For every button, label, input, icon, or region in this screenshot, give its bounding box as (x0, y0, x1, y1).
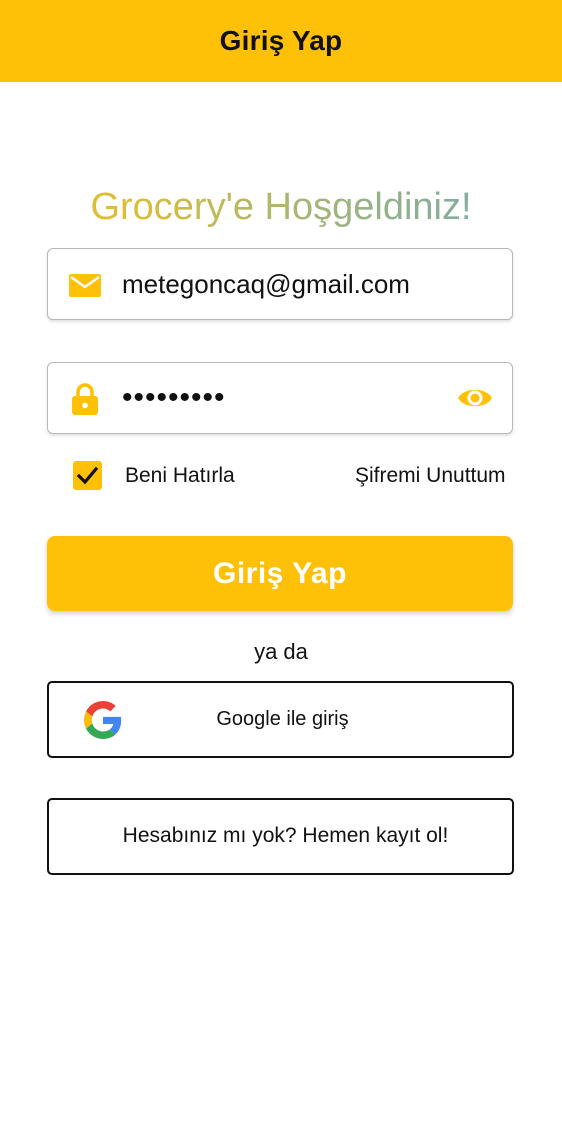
eye-icon[interactable] (456, 381, 494, 415)
app-bar: Giriş Yap (0, 0, 562, 82)
register-label: Hesabınız mı yok? Hemen kayıt ol! (122, 824, 449, 847)
lock-icon (72, 383, 98, 415)
forgot-password-link[interactable]: Şifremi Unuttum (355, 455, 506, 497)
register-button[interactable]: Hesabınız mı yok? Hemen kayıt ol! (47, 798, 514, 875)
password-value[interactable]: ••••••••• (122, 363, 226, 433)
mail-icon (69, 274, 101, 297)
password-field[interactable]: ••••••••• (47, 362, 513, 434)
remember-row: Beni Hatırla Şifremi Unuttum (0, 455, 562, 497)
app-bar-title: Giriş Yap (219, 25, 343, 56)
remember-checkbox[interactable] (73, 461, 102, 490)
remember-label[interactable]: Beni Hatırla (125, 455, 235, 497)
login-screen: Giriş Yap Grocery'e Hoşgeldiniz! metegon… (0, 0, 562, 1133)
or-divider-text: ya da (254, 639, 308, 664)
login-button-label: Giriş Yap (212, 556, 348, 590)
welcome-heading: Grocery'e Hoşgeldiniz! (0, 180, 562, 234)
login-button[interactable]: Giriş Yap (47, 536, 513, 611)
email-value[interactable]: metegoncaq@gmail.com (122, 249, 410, 319)
google-login-button[interactable]: Google ile giriş (47, 681, 514, 758)
email-field[interactable]: metegoncaq@gmail.com (47, 248, 513, 320)
check-icon (76, 466, 99, 485)
google-login-label: Google ile giriş (216, 708, 349, 730)
